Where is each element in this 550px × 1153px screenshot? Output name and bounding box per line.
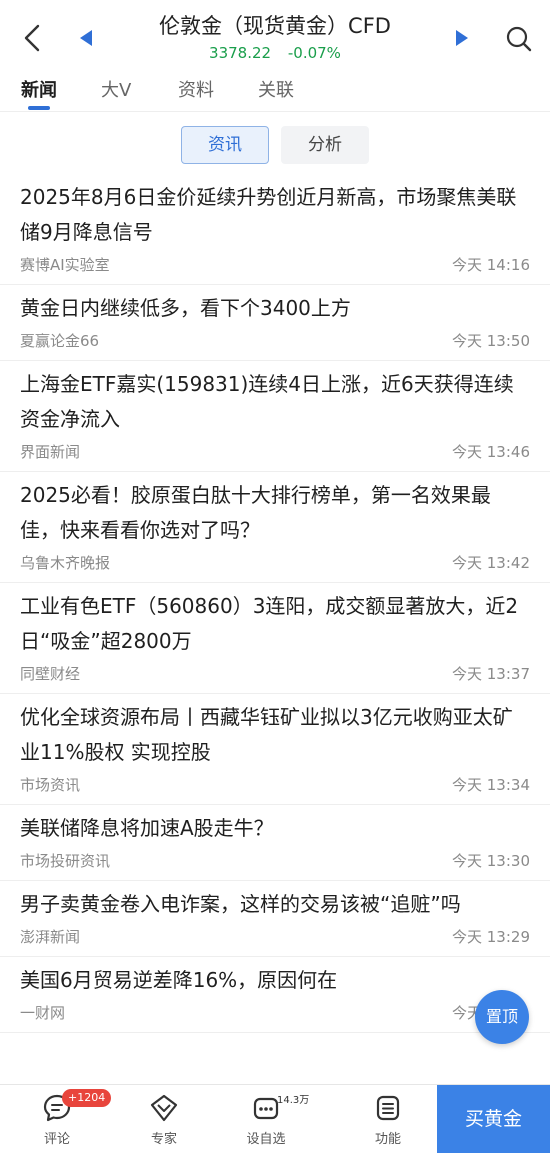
news-time: 今天 13:29 <box>452 928 530 946</box>
list-item[interactable]: 美国6月贸易逆差降16%，原因何在 一财网 今天 13:21 <box>0 957 550 1033</box>
menu-icon <box>376 1095 400 1121</box>
news-meta: 界面新闻 今天 13:46 <box>20 437 530 471</box>
comment-button[interactable]: +1204 评论 <box>22 1089 112 1147</box>
news-title: 男子卖黄金卷入电诈案，这样的交易该被“追赃”吗 <box>20 892 461 916</box>
news-title: 黄金日内继续低多，看下个3400上方 <box>20 296 351 320</box>
news-source: 同壁财经 <box>20 665 81 683</box>
news-time: 今天 13:50 <box>452 332 530 350</box>
tab-profile[interactable]: 资料 <box>178 76 214 102</box>
news-time: 今天 13:30 <box>452 852 530 870</box>
news-list: 2025年8月6日金价延续升势创近月新高，市场聚焦美联储9月降息信号 赛博AI实… <box>0 174 550 1084</box>
news-title: 美国6月贸易逆差降16%，原因何在 <box>20 968 338 992</box>
news-title: 美联储降息将加速A股走牛？ <box>20 816 274 840</box>
news-time: 今天 14:16 <box>452 256 530 274</box>
news-time: 今天 13:42 <box>452 554 530 572</box>
header: 伦敦金（现货黄金）CFD 3378.22 -0.07% <box>0 0 550 68</box>
news-source: 夏赢论金66 <box>20 332 100 350</box>
subtab-analysis[interactable]: 分析 <box>281 126 369 164</box>
list-item[interactable]: 工业有色ETF（560860）3连阳，成交额显著放大，近2日“吸金”超2800万… <box>0 583 550 694</box>
news-meta: 澎湃新闻 今天 13:29 <box>20 922 530 956</box>
active-tab-indicator <box>28 106 50 110</box>
list-item[interactable]: 男子卖黄金卷入电诈案，这样的交易该被“追赃”吗 澎湃新闻 今天 13:29 <box>0 881 550 957</box>
search-icon[interactable] <box>504 24 534 54</box>
subtab-news-info[interactable]: 资讯 <box>181 126 269 164</box>
list-item[interactable]: 上海金ETF嘉实(159831)连续4日上涨，近6天获得连续资金净流入 界面新闻… <box>0 361 550 472</box>
news-meta: 同壁财经 今天 13:37 <box>20 659 530 693</box>
expert-label: 专家 <box>150 1132 177 1147</box>
list-item[interactable]: 美联储降息将加速A股走牛？ 市场投研资讯 今天 13:30 <box>0 805 550 881</box>
news-meta: 市场资讯 今天 13:34 <box>20 770 530 804</box>
price-change: -0.07% <box>287 44 341 62</box>
news-time: 今天 13:34 <box>452 776 530 794</box>
news-meta: 市场投研资讯 今天 13:30 <box>20 846 530 880</box>
news-time: 今天 13:46 <box>452 443 530 461</box>
news-source: 澎湃新闻 <box>20 928 81 946</box>
news-source: 一财网 <box>20 1004 66 1022</box>
list-item[interactable]: 2025年8月6日金价延续升势创近月新高，市场聚焦美联储9月降息信号 赛博AI实… <box>0 174 550 285</box>
news-meta: 赛博AI实验室 今天 14:16 <box>20 250 530 284</box>
next-instrument-icon[interactable] <box>452 27 472 49</box>
sub-tabs: 资讯 分析 <box>0 112 550 174</box>
news-meta: 一财网 今天 13:21 <box>20 998 530 1032</box>
news-source: 市场资讯 <box>20 776 81 794</box>
comment-label: 评论 <box>43 1132 70 1147</box>
tab-influencers[interactable]: 大V <box>101 76 131 102</box>
main-tabs: 新闻 大V 资料 关联 <box>0 68 550 112</box>
news-title: 工业有色ETF（560860）3连阳，成交额显著放大，近2日“吸金”超2800万 <box>20 594 519 653</box>
news-time: 今天 13:37 <box>452 665 530 683</box>
expert-icon <box>150 1094 178 1122</box>
news-title: 上海金ETF嘉实(159831)连续4日上涨，近6天获得连续资金净流入 <box>20 372 514 431</box>
tab-related[interactable]: 关联 <box>258 76 294 102</box>
list-item[interactable]: 2025必看！胶原蛋白肽十大排行榜单，第一名效果最佳，快来看看你选对了吗？ 乌鲁… <box>0 472 550 583</box>
news-source: 赛博AI实验室 <box>20 256 110 274</box>
watchlist-label: 设自选 <box>246 1132 286 1147</box>
news-source: 乌鲁木齐晚报 <box>20 554 111 572</box>
news-title: 优化全球资源布局丨西藏华钰矿业拟以3亿元收购亚太矿业11%股权 实现控股 <box>20 705 513 764</box>
add-watchlist-button[interactable]: 14.3万 设自选 <box>231 1093 309 1147</box>
tab-news[interactable]: 新闻 <box>21 76 57 102</box>
news-meta: 乌鲁木齐晚报 今天 13:42 <box>20 548 530 582</box>
back-to-top-button[interactable]: 置顶 <box>475 990 529 1044</box>
back-arrow-icon[interactable] <box>18 22 46 54</box>
functions-label: 功能 <box>374 1132 401 1147</box>
news-meta: 夏赢论金66 今天 13:50 <box>20 326 530 360</box>
news-title: 2025必看！胶原蛋白肽十大排行榜单，第一名效果最佳，快来看看你选对了吗？ <box>20 483 491 542</box>
list-item[interactable]: 黄金日内继续低多，看下个3400上方 夏赢论金66 今天 13:50 <box>0 285 550 361</box>
current-price: 3378.22 <box>209 44 272 62</box>
previous-instrument-icon[interactable] <box>76 27 96 49</box>
bottom-bar: +1204 评论 专家 14.3万 设自选 功能 买黄金 <box>0 1084 550 1153</box>
comment-count-badge: +1204 <box>62 1089 112 1107</box>
news-source: 界面新闻 <box>20 443 81 461</box>
functions-button[interactable]: 功能 <box>353 1093 423 1147</box>
page-title: 伦敦金（现货黄金）CFD <box>159 14 391 38</box>
list-item[interactable]: 优化全球资源布局丨西藏华钰矿业拟以3亿元收购亚太矿业11%股权 实现控股 市场资… <box>0 694 550 805</box>
news-source: 市场投研资讯 <box>20 852 111 870</box>
price-quote: 3378.22 -0.07% <box>100 44 450 62</box>
watchlist-count: 14.3万 <box>277 1095 310 1106</box>
news-title: 2025年8月6日金价延续升势创近月新高，市场聚焦美联储9月降息信号 <box>20 185 517 244</box>
buy-gold-button[interactable]: 买黄金 <box>437 1085 550 1153</box>
expert-button[interactable]: 专家 <box>129 1093 199 1147</box>
